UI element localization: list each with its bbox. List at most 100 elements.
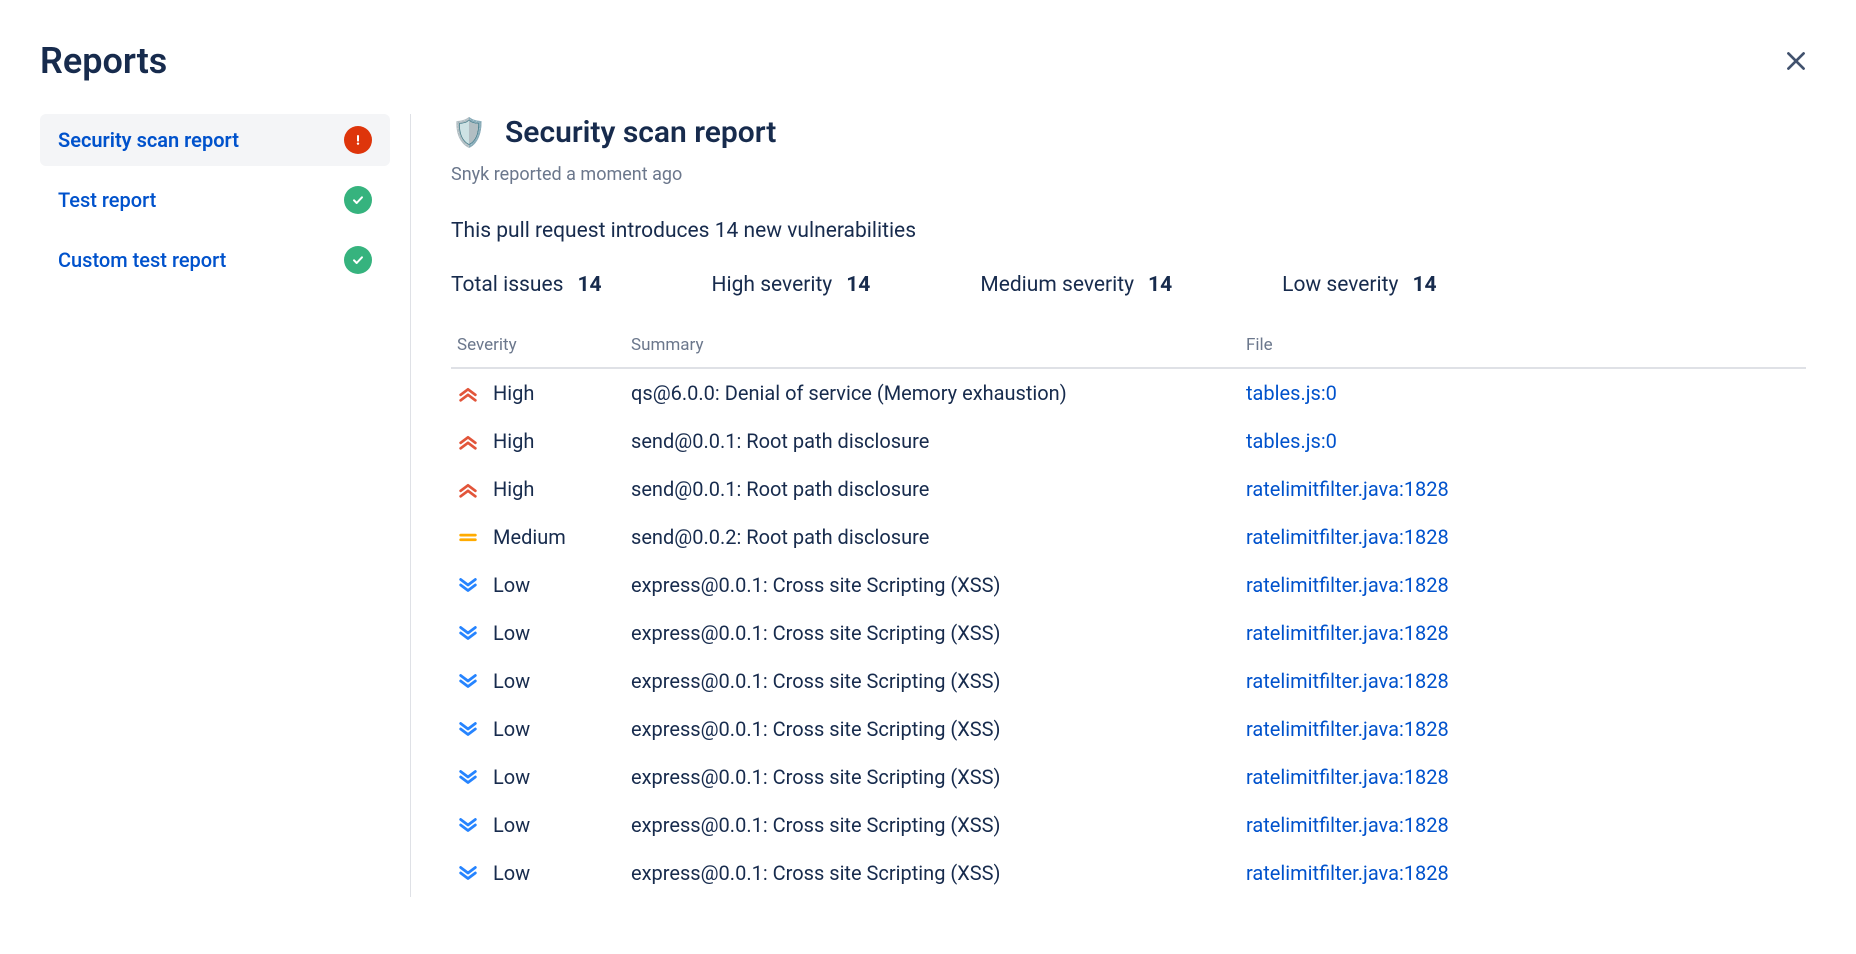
table-row: Medium send@0.0.2: Root path disclosure ra…: [451, 513, 1806, 561]
cell-summary: send@0.0.1: Root path disclosure: [631, 477, 1246, 501]
file-link[interactable]: tables.js:0: [1246, 429, 1337, 453]
summary-text: express@0.0.1: Cross site Scripting (XSS…: [631, 717, 1001, 741]
count-group: Medium severity14: [980, 273, 1172, 297]
sidebar-item-label: Security scan report: [58, 128, 239, 152]
sidebar-item[interactable]: Custom test report: [40, 234, 390, 286]
cell-file: tables.js:0: [1246, 381, 1806, 405]
status-ok-icon: [344, 246, 372, 274]
summary-text: express@0.0.1: Cross site Scripting (XSS…: [631, 621, 1001, 645]
severity-low-icon: [457, 718, 479, 740]
close-icon: [1783, 48, 1809, 74]
summary-text: qs@6.0.0: Denial of service (Memory exha…: [631, 381, 1067, 405]
col-header-severity: Severity: [451, 335, 631, 355]
cell-file: ratelimitfilter.java:1828: [1246, 477, 1806, 501]
file-link[interactable]: ratelimitfilter.java:1828: [1246, 621, 1449, 645]
summary-text: send@0.0.1: Root path disclosure: [631, 477, 929, 501]
page-title: Reports: [40, 40, 167, 82]
sidebar: Security scan report Test report Custom te…: [40, 114, 410, 897]
sidebar-item[interactable]: Security scan report: [40, 114, 390, 166]
file-link[interactable]: ratelimitfilter.java:1828: [1246, 717, 1449, 741]
status-error-icon: [344, 126, 372, 154]
count-label: Medium severity: [980, 273, 1134, 297]
sidebar-item-label: Test report: [58, 188, 156, 212]
table-header: Severity Summary File: [451, 325, 1806, 369]
summary-text: express@0.0.1: Cross site Scripting (XSS…: [631, 669, 1001, 693]
table-row: Low express@0.0.1: Cross site Scripting (…: [451, 657, 1806, 705]
cell-severity: Low: [451, 861, 631, 885]
severity-text: Low: [493, 573, 530, 597]
cell-summary: express@0.0.1: Cross site Scripting (XSS…: [631, 669, 1246, 693]
count-value: 14: [846, 273, 870, 297]
file-link[interactable]: ratelimitfilter.java:1828: [1246, 813, 1449, 837]
count-group: High severity 14: [712, 273, 871, 297]
count-label: High severity: [712, 273, 833, 297]
cell-summary: send@0.0.2: Root path disclosure: [631, 525, 1246, 549]
severity-text: Medium: [493, 525, 566, 549]
count-label: Low severity: [1282, 273, 1398, 297]
close-button[interactable]: [1776, 41, 1816, 81]
severity-text: Low: [493, 717, 530, 741]
summary-text: express@0.0.1: Cross site Scripting (XSS…: [631, 765, 1001, 789]
file-link[interactable]: ratelimitfilter.java:1828: [1246, 573, 1449, 597]
file-link[interactable]: ratelimitfilter.java:1828: [1246, 477, 1449, 501]
report-header: 🛡️ Security scan report: [451, 114, 1806, 150]
cell-summary: express@0.0.1: Cross site Scripting (XSS…: [631, 813, 1246, 837]
table-row: Lowexpress@0.0.1: Cross site Scripting (…: [451, 801, 1806, 849]
file-link[interactable]: ratelimitfilter.java:1828: [1246, 669, 1449, 693]
summary-text: send@0.0.2: Root path disclosure: [631, 525, 929, 549]
cell-file: ratelimitfilter.java:1828: [1246, 813, 1806, 837]
cell-file: ratelimitfilter.java:1828: [1246, 669, 1806, 693]
severity-low-icon: [457, 574, 479, 596]
severity-text: Low: [493, 861, 530, 885]
severity-low-icon: [457, 670, 479, 692]
summary-text: express@0.0.1: Cross site Scripting (XSS…: [631, 813, 1001, 837]
severity-low-icon: [457, 766, 479, 788]
severity-text: High: [493, 477, 534, 501]
file-link[interactable]: ratelimitfilter.java:1828: [1246, 525, 1449, 549]
count-label: Total issues: [451, 273, 563, 297]
cell-summary: express@0.0.1: Cross site Scripting (XSS…: [631, 573, 1246, 597]
severity-counts: Total issues 14High severity 14 Medium seve…: [451, 273, 1806, 297]
summary-text: send@0.0.1: Root path disclosure: [631, 429, 929, 453]
file-link[interactable]: ratelimitfilter.java:1828: [1246, 861, 1449, 885]
severity-low-icon: [457, 862, 479, 884]
cell-summary: qs@6.0.0: Denial of service (Memory exha…: [631, 381, 1246, 405]
count-group: Low severity14: [1282, 273, 1436, 297]
file-link[interactable]: tables.js:0: [1246, 381, 1337, 405]
cell-severity: Low: [451, 813, 631, 837]
dialog-body: Security scan report Test report Custom te…: [40, 114, 1816, 897]
table-row: Low express@0.0.1: Cross site Scripting (…: [451, 849, 1806, 897]
cell-severity: Low: [451, 621, 631, 645]
cell-severity: Low: [451, 717, 631, 741]
dialog-header: Reports: [40, 40, 1816, 82]
status-ok-icon: [344, 186, 372, 214]
table-row: Low express@0.0.1: Cross site Scripting (…: [451, 753, 1806, 801]
severity-low-icon: [457, 814, 479, 836]
cell-severity: High: [451, 477, 631, 501]
severity-text: High: [493, 381, 534, 405]
severity-text: High: [493, 429, 534, 453]
severity-text: Low: [493, 765, 530, 789]
severity-high-icon: [457, 478, 479, 500]
cell-severity: High: [451, 429, 631, 453]
severity-text: Low: [493, 669, 530, 693]
snyk-icon: 🛡️: [451, 114, 487, 150]
cell-file: ratelimitfilter.java:1828: [1246, 717, 1806, 741]
report-source-line: Snyk reported a moment ago: [451, 164, 1806, 185]
table-row: Lowexpress@0.0.1: Cross site Scripting (…: [451, 609, 1806, 657]
cell-summary: express@0.0.1: Cross site Scripting (XSS…: [631, 717, 1246, 741]
table-row: High send@0.0.1: Root path disclosure tabl…: [451, 417, 1806, 465]
sidebar-item[interactable]: Test report: [40, 174, 390, 226]
col-header-summary: Summary: [631, 335, 1246, 355]
summary-text: express@0.0.1: Cross site Scripting (XSS…: [631, 861, 1001, 885]
cell-severity: Low: [451, 669, 631, 693]
cell-summary: express@0.0.1: Cross site Scripting (XSS…: [631, 765, 1246, 789]
table-body: High qs@6.0.0: Denial of service (Memory …: [451, 369, 1806, 897]
report-description: This pull request introduces 14 new vuln…: [451, 219, 1806, 243]
table-row: High qs@6.0.0: Denial of service (Memory …: [451, 369, 1806, 417]
summary-text: express@0.0.1: Cross site Scripting (XSS…: [631, 573, 1001, 597]
file-link[interactable]: ratelimitfilter.java:1828: [1246, 765, 1449, 789]
cell-summary: express@0.0.1: Cross site Scripting (XSS…: [631, 621, 1246, 645]
sidebar-item-label: Custom test report: [58, 248, 226, 272]
cell-file: ratelimitfilter.java:1828: [1246, 573, 1806, 597]
